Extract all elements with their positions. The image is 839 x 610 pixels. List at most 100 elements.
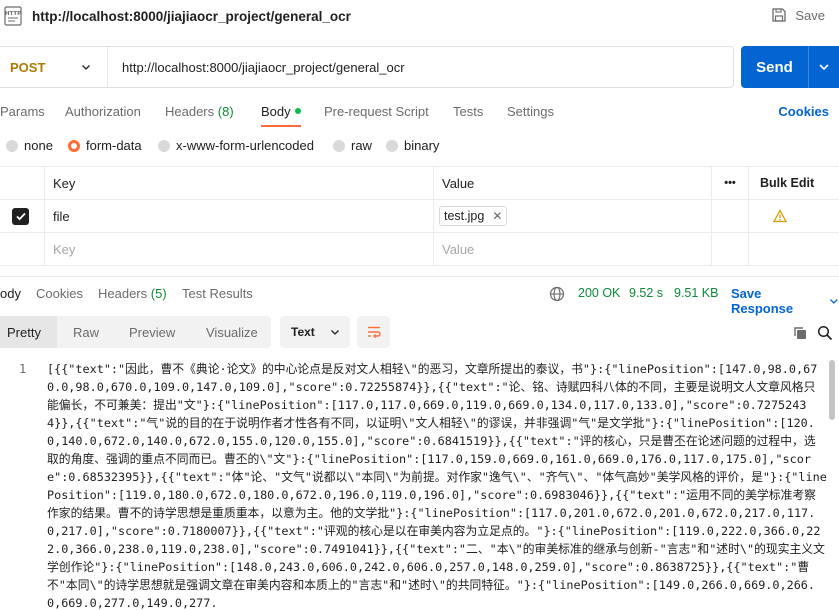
http-request-icon: HTTP	[4, 6, 22, 26]
table-row: file test.jpg ✕	[0, 200, 839, 233]
save-icon	[772, 8, 787, 22]
status-code[interactable]: 200 OK	[578, 286, 620, 300]
view-mode-group: Pretty Raw Preview Visualize	[0, 316, 271, 348]
radio-raw-label: raw	[351, 138, 372, 153]
value-header-label: Value	[442, 175, 475, 191]
tab-tests[interactable]: Tests	[453, 104, 483, 119]
request-tabs: Params Authorization Headers (8) Body Pr…	[0, 96, 839, 127]
tab-settings[interactable]: Settings	[507, 104, 554, 119]
radio-circle	[386, 139, 398, 152]
svg-text:HTTP: HTTP	[5, 11, 21, 17]
view-preview-button[interactable]: Preview	[129, 325, 175, 340]
response-headers-label: Headers	[98, 286, 148, 301]
radio-circle-selected	[68, 139, 80, 152]
table-header-row: Key Value ••• Bulk Edit	[0, 166, 839, 200]
line-number: 1	[19, 362, 27, 376]
row-spacer	[748, 233, 839, 265]
radio-binary[interactable]: binary	[386, 138, 439, 153]
view-raw-button[interactable]: Raw	[73, 325, 99, 340]
tab-response-headers[interactable]: Headers (5)	[98, 286, 167, 301]
remove-file-icon[interactable]: ✕	[492, 209, 502, 223]
row-spacer	[711, 200, 748, 232]
save-response-button[interactable]: Save Response	[731, 286, 839, 316]
send-button[interactable]: Send	[741, 46, 839, 88]
copy-icon[interactable]	[792, 325, 808, 341]
value-cell[interactable]: test.jpg ✕	[433, 200, 711, 232]
format-label: Text	[291, 325, 315, 339]
pane-divider[interactable]	[0, 276, 839, 277]
tab-headers-count: (8)	[217, 104, 234, 119]
chevron-down-icon	[819, 64, 829, 71]
tab-test-results[interactable]: Test Results	[182, 286, 253, 301]
file-chip[interactable]: test.jpg ✕	[439, 206, 508, 226]
radio-circle	[158, 139, 170, 152]
tab-headers[interactable]: Headers (8)	[165, 104, 234, 119]
key-placeholder: Key	[53, 241, 76, 257]
send-label: Send	[756, 58, 793, 76]
scrollbar-thumb[interactable]	[829, 360, 835, 420]
save-button[interactable]: Save	[771, 7, 825, 23]
save-label: Save	[795, 7, 825, 23]
wrap-lines-icon	[367, 326, 381, 339]
method-select[interactable]: POST	[0, 47, 108, 87]
tab-pre-request-script[interactable]: Pre-request Script	[324, 104, 429, 119]
method-label: POST	[10, 59, 46, 75]
view-visualize-button[interactable]: Visualize	[206, 325, 258, 340]
chevron-down-icon	[331, 330, 339, 335]
tab-authorization[interactable]: Authorization	[65, 104, 141, 119]
globe-icon[interactable]	[549, 286, 565, 302]
response-tabs: ody Cookies Headers (5) Test Results 200…	[0, 286, 839, 316]
more-options-button[interactable]: •••	[711, 167, 748, 199]
value-header: Value	[433, 167, 711, 199]
value-cell-empty[interactable]: Value	[433, 233, 711, 265]
response-body-editor[interactable]: 1 [{{"text":"因此，曹不《典论·论文》的中心论点是反对文人相轻\"的…	[0, 358, 839, 610]
wrap-lines-button[interactable]	[357, 316, 390, 348]
check-icon	[15, 212, 26, 221]
format-select[interactable]: Text	[280, 316, 350, 348]
chevron-down-icon	[830, 299, 839, 304]
tab-params[interactable]: Params	[0, 104, 45, 119]
search-icon[interactable]	[817, 325, 833, 341]
key-cell[interactable]: file	[44, 200, 433, 232]
radio-none[interactable]: none	[6, 138, 53, 153]
radio-none-label: none	[24, 138, 53, 153]
warning-icon[interactable]	[773, 209, 787, 223]
file-name: test.jpg	[444, 209, 485, 223]
radio-circle	[6, 139, 18, 152]
response-size[interactable]: 9.51 KB	[674, 286, 718, 300]
vertical-scrollbar[interactable]	[829, 358, 835, 610]
checkbox-checked	[12, 207, 29, 225]
key-header: Key	[44, 167, 433, 199]
body-type-selector: none form-data x-www-form-urlencoded raw…	[0, 138, 839, 156]
value-placeholder: Value	[442, 241, 475, 257]
response-time[interactable]: 9.52 s	[629, 286, 663, 300]
key-value: file	[53, 208, 70, 224]
body-indicator-dot	[294, 107, 301, 114]
view-pretty-button[interactable]: Pretty	[7, 325, 41, 340]
radio-x-www-form-urlencoded[interactable]: x-www-form-urlencoded	[158, 138, 314, 153]
tab-headers-label: Headers	[165, 104, 215, 119]
send-options-dropdown[interactable]	[809, 61, 839, 73]
url-input[interactable]: http://localhost:8000/jiajiaocr_project/…	[108, 60, 405, 75]
radio-form-data[interactable]: form-data	[68, 138, 142, 153]
ellipsis-icon: •••	[724, 177, 736, 189]
cookies-link[interactable]: Cookies	[778, 104, 829, 119]
response-json-text[interactable]: [{{"text":"因此，曹不《典论·论文》的中心论点是反对文人相轻\"的恶习…	[47, 360, 827, 610]
row-spacer	[711, 233, 748, 265]
row-checkbox[interactable]	[12, 200, 44, 232]
warning-cell	[748, 200, 839, 232]
save-response-label: Save Response	[731, 286, 794, 316]
tab-response-body[interactable]: ody	[0, 286, 21, 301]
tab-body[interactable]: Body	[261, 104, 301, 127]
bulk-edit-button[interactable]: Bulk Edit	[748, 167, 839, 199]
response-headers-count: (5)	[150, 286, 167, 301]
radio-circle	[333, 139, 345, 152]
radio-form-data-label: form-data	[86, 138, 142, 153]
key-header-label: Key	[53, 175, 76, 191]
request-title[interactable]: http://localhost:8000/jiajiaocr_project/…	[32, 9, 351, 24]
tab-response-cookies[interactable]: Cookies	[36, 286, 83, 301]
tab-body-label: Body	[261, 104, 291, 119]
key-cell-empty[interactable]: Key	[44, 233, 433, 265]
radio-raw[interactable]: raw	[333, 138, 372, 153]
request-bar: POST http://localhost:8000/jiajiaocr_pro…	[0, 46, 734, 88]
